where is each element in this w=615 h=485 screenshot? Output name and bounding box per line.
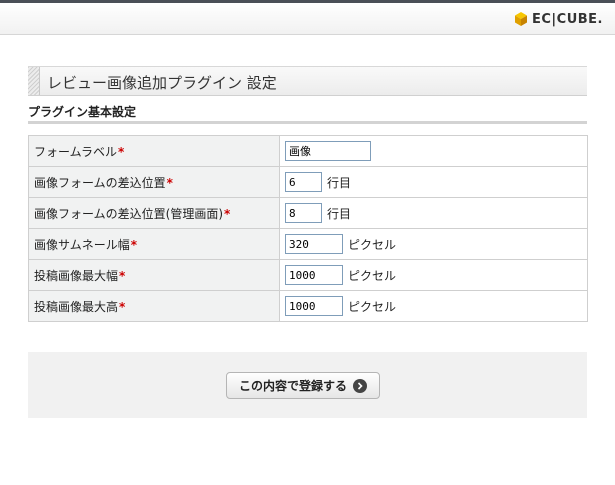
form-label: フォームラベル (34, 144, 118, 159)
required-mark: * (119, 268, 126, 283)
form-value-cell: ピクセル (279, 228, 588, 260)
settings-form-table: フォームラベル* 画像フォームの差込位置* 行目 画像フォームの差込位置(管理画… (28, 135, 588, 322)
arrow-right-circle-icon (353, 378, 367, 393)
form-label-cell: 画像サムネール幅* (28, 228, 280, 260)
form-label: 画像サムネール幅 (34, 237, 130, 252)
form-row: 画像サムネール幅* ピクセル (28, 228, 588, 260)
register-button-label: この内容で登録する (238, 379, 347, 393)
page-title-bar: レビュー画像追加プラグイン 設定 (28, 66, 587, 96)
form-label: 投稿画像最大幅 (34, 268, 119, 283)
form-value-cell: ピクセル (279, 259, 588, 291)
form-value-cell (279, 135, 588, 167)
max-height-input[interactable] (285, 296, 343, 316)
unit-label: ピクセル (348, 268, 397, 283)
eccube-logo: EC|CUBE. (514, 10, 603, 28)
arrow-glyph (357, 381, 363, 390)
form-row: フォームラベル* (28, 135, 588, 167)
form-row: 画像フォームの差込位置* 行目 (28, 166, 588, 198)
form-row: 画像フォームの差込位置(管理画面)* 行目 (28, 197, 588, 229)
section-title: プラグイン基本設定 (28, 105, 137, 119)
cube-logo-icon (515, 12, 527, 26)
form-label: 画像フォームの差込位置(管理画面) (34, 206, 224, 221)
form-row: 投稿画像最大高* ピクセル (28, 290, 588, 322)
required-mark: * (118, 144, 125, 159)
unit-label: ピクセル (348, 299, 397, 314)
form-value-cell: 行目 (279, 197, 588, 229)
form-value-cell: 行目 (279, 166, 588, 198)
button-area: この内容で登録する (28, 352, 587, 418)
admin-insert-position-input[interactable] (285, 203, 322, 223)
form-label-cell: 画像フォームの差込位置(管理画面)* (28, 197, 280, 229)
max-width-input[interactable] (285, 265, 343, 285)
logo-text: EC|CUBE. (532, 11, 603, 27)
insert-position-input[interactable] (285, 172, 322, 192)
required-mark: * (119, 299, 126, 314)
section-divider (28, 121, 587, 124)
required-mark: * (224, 206, 231, 221)
title-stripe (28, 67, 40, 95)
unit-label: ピクセル (348, 237, 397, 252)
form-label-input[interactable] (285, 141, 371, 161)
app-header: EC|CUBE. (0, 3, 615, 35)
page-title: レビュー画像追加プラグイン 設定 (47, 74, 277, 92)
form-label-cell: フォームラベル* (28, 135, 280, 167)
form-value-cell: ピクセル (279, 290, 588, 322)
form-row: 投稿画像最大幅* ピクセル (28, 259, 588, 291)
form-label: 画像フォームの差込位置 (34, 175, 166, 190)
form-label-cell: 画像フォームの差込位置* (28, 166, 280, 198)
thumbnail-width-input[interactable] (285, 234, 343, 254)
required-mark: * (130, 237, 138, 252)
form-label-cell: 投稿画像最大幅* (28, 259, 280, 291)
required-mark: * (166, 175, 173, 190)
unit-label: 行目 (327, 175, 352, 190)
register-button[interactable]: この内容で登録する (226, 372, 380, 399)
form-label-cell: 投稿画像最大高* (28, 290, 280, 322)
form-label: 投稿画像最大高 (34, 299, 119, 314)
unit-label: 行目 (327, 206, 352, 221)
